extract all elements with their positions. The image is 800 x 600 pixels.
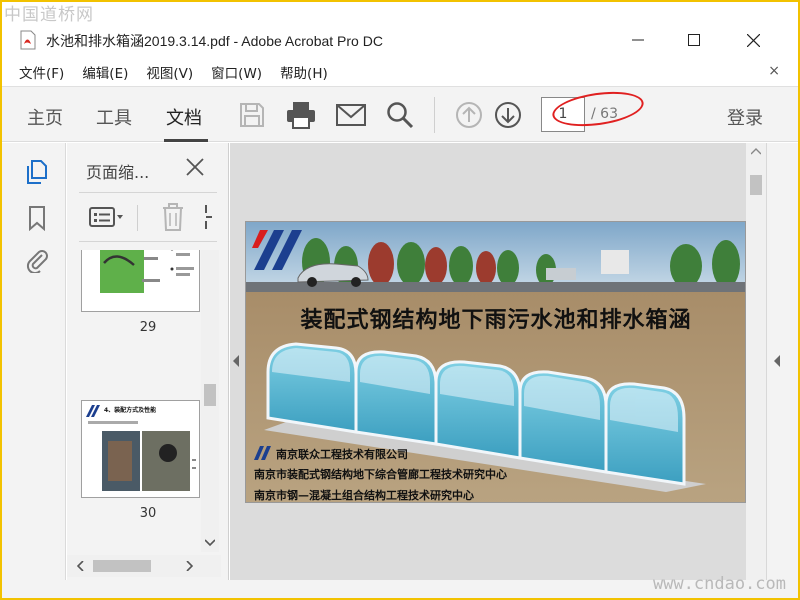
thumbnail-image xyxy=(82,250,199,311)
toolbar-separator xyxy=(434,97,435,133)
page-up-icon xyxy=(456,102,482,128)
thumbnails-panel: 页面缩... 29 4、装配方式及性能 30 xyxy=(67,143,229,580)
page-thumbnail-29[interactable] xyxy=(81,250,200,312)
company-name: 南京联众工程技术有限公司 xyxy=(276,448,408,461)
page-thumbnail-30[interactable]: 4、装配方式及性能 xyxy=(81,400,200,498)
active-tab-indicator xyxy=(164,139,208,142)
menu-view[interactable]: 视图(V) xyxy=(146,62,193,82)
chevron-down-icon[interactable] xyxy=(205,539,215,547)
close-icon xyxy=(186,158,204,176)
print-button[interactable] xyxy=(285,99,317,131)
organization-line: 南京市装配式钢结构地下综合管廊工程技术研究中心 xyxy=(254,468,507,481)
thumbnail-vertical-scrollbar[interactable] xyxy=(201,250,219,552)
options-menu-icon xyxy=(89,207,123,227)
thumbnail-image xyxy=(88,421,196,491)
page-thumbnail-label: 30 xyxy=(139,506,157,521)
find-button[interactable] xyxy=(384,99,416,131)
maximize-button[interactable] xyxy=(674,26,714,54)
panel-close-button[interactable] xyxy=(181,153,209,181)
collapse-left-icon[interactable] xyxy=(232,355,240,367)
company-logo xyxy=(86,405,100,417)
chevron-left-icon[interactable] xyxy=(77,561,85,571)
pdf-file-icon xyxy=(20,30,36,50)
more-tools-button[interactable] xyxy=(203,201,213,233)
window-title: 水池和排水箱涵2019.3.14.pdf - Adobe Acrobat Pro… xyxy=(46,33,383,49)
thumbnail-list: 29 4、装配方式及性能 30 xyxy=(67,250,211,552)
save-icon xyxy=(240,103,264,127)
bookmark-icon[interactable] xyxy=(24,205,50,231)
email-icon xyxy=(336,104,366,126)
slide-title: 装配式钢结构地下雨污水池和排水箱涵 xyxy=(300,308,692,333)
menu-edit[interactable]: 编辑(E) xyxy=(82,62,128,82)
navigation-rail xyxy=(2,143,66,580)
trash-icon xyxy=(163,203,183,231)
panel-divider xyxy=(79,241,217,242)
page-thumbnail-label: 29 xyxy=(139,320,157,335)
right-pane-toggle-strip xyxy=(766,143,798,580)
panel-title: 页面缩... xyxy=(86,163,150,182)
page-insert-icon xyxy=(205,205,212,229)
search-icon xyxy=(387,102,414,129)
thumbnail-options-button[interactable] xyxy=(89,201,125,233)
minimize-icon xyxy=(632,39,644,41)
next-page-button[interactable] xyxy=(492,99,524,131)
thumbnail-heading: 4、装配方式及性能 xyxy=(104,407,157,414)
panel-tool-separator xyxy=(137,205,138,231)
tab-tools[interactable]: 工具 xyxy=(96,104,132,130)
close-icon xyxy=(746,33,760,47)
panel-divider xyxy=(79,192,217,193)
close-window-button[interactable] xyxy=(733,26,773,54)
menu-window[interactable]: 窗口(W) xyxy=(211,62,262,82)
organization-line: 南京市钢—混凝土组合结构工程技术研究中心 xyxy=(254,489,474,502)
pdf-page: 装配式钢结构地下雨污水池和排水箱涵 南京联众工程技术有限公司 南京市装配式钢结构… xyxy=(245,221,746,503)
maximize-icon xyxy=(688,34,700,46)
menu-bar: 文件(F) 编辑(E) 视图(V) 窗口(W) 帮助(H) × xyxy=(2,60,798,84)
scroll-thumb[interactable] xyxy=(93,560,151,572)
scroll-thumb[interactable] xyxy=(204,384,216,406)
save-button[interactable] xyxy=(236,99,268,131)
chevron-right-icon[interactable] xyxy=(185,561,193,571)
document-vertical-scrollbar[interactable] xyxy=(746,143,766,580)
previous-page-button[interactable] xyxy=(453,99,485,131)
login-button[interactable]: 登录 xyxy=(727,104,763,130)
title-bar: 水池和排水箱涵2019.3.14.pdf - Adobe Acrobat Pro… xyxy=(2,22,798,58)
menu-file[interactable]: 文件(F) xyxy=(19,62,64,82)
expand-right-pane-icon[interactable] xyxy=(773,355,781,367)
email-button[interactable] xyxy=(335,99,367,131)
menu-help[interactable]: 帮助(H) xyxy=(280,62,328,82)
main-toolbar: 主页 工具 文档 1 / 63 登录 xyxy=(2,86,798,142)
thumbnail-horizontal-scrollbar[interactable] xyxy=(67,555,221,577)
attachment-icon[interactable] xyxy=(24,247,50,273)
tab-home[interactable]: 主页 xyxy=(27,104,63,130)
chevron-up-icon[interactable] xyxy=(751,147,761,155)
page-down-icon xyxy=(495,102,521,128)
minimize-button[interactable] xyxy=(618,26,658,54)
print-icon xyxy=(287,102,315,129)
close-document-button[interactable]: × xyxy=(768,63,780,79)
scroll-thumb[interactable] xyxy=(750,175,762,195)
page-thumbnails-icon[interactable] xyxy=(24,159,50,185)
watermark-bottom: www.cndao.com xyxy=(652,574,786,594)
delete-page-button[interactable] xyxy=(161,201,185,233)
tab-document[interactable]: 文档 xyxy=(166,104,202,130)
